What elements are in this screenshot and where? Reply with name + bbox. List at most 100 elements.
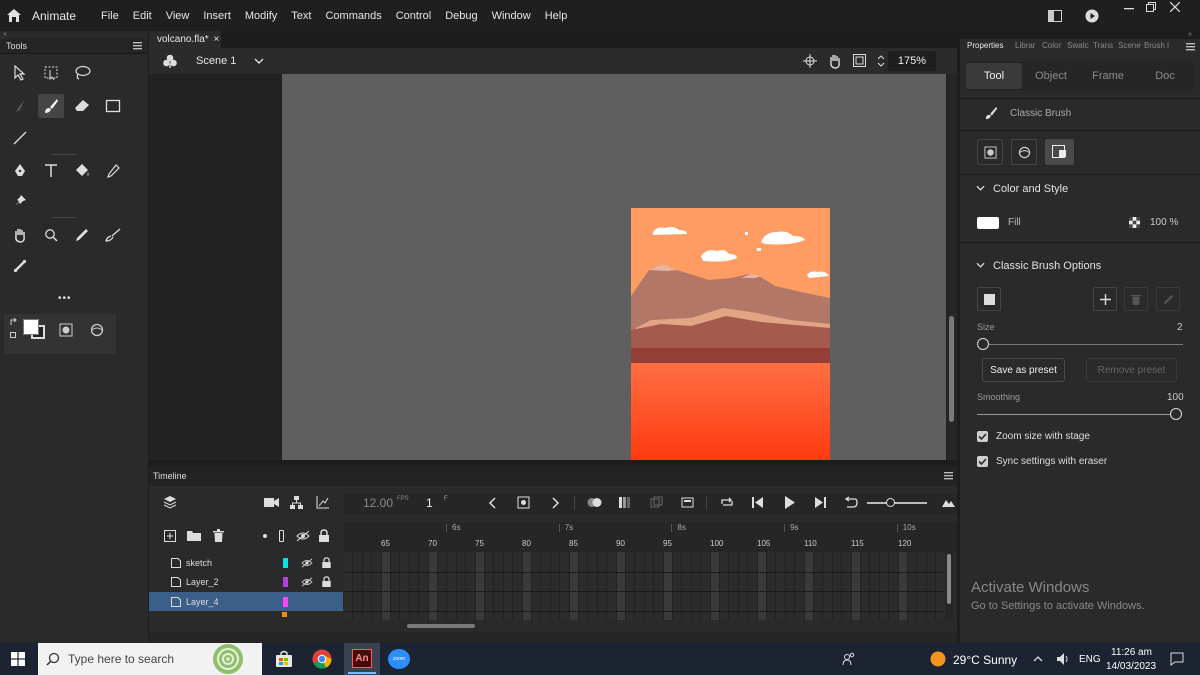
current-frame[interactable]: 1 bbox=[426, 496, 433, 510]
store-icon[interactable] bbox=[275, 650, 293, 668]
panel-menu-icon[interactable] bbox=[133, 42, 142, 50]
lock-icon[interactable] bbox=[322, 557, 331, 568]
outline-toggle-icon[interactable] bbox=[279, 530, 284, 542]
play-icon[interactable] bbox=[784, 496, 795, 509]
layer-parenting-icon[interactable] bbox=[290, 496, 303, 509]
menu-modify[interactable]: Modify bbox=[245, 10, 277, 22]
chrome-icon[interactable] bbox=[312, 649, 332, 669]
go-to-start-icon[interactable] bbox=[844, 496, 858, 509]
timeline-horizontal-scroll-thumb[interactable] bbox=[407, 624, 475, 628]
layer-color-swatch[interactable] bbox=[283, 576, 288, 587]
loop-icon[interactable] bbox=[720, 496, 734, 509]
text-tool[interactable] bbox=[38, 159, 64, 183]
volume-icon[interactable] bbox=[1056, 652, 1070, 666]
menu-view[interactable]: View bbox=[166, 10, 190, 22]
insert-keyframe-icon[interactable] bbox=[517, 496, 530, 509]
size-slider-thumb[interactable] bbox=[977, 338, 989, 350]
object-drawing-icon[interactable] bbox=[59, 323, 73, 337]
pin-tool[interactable] bbox=[7, 189, 33, 213]
lock-icon[interactable] bbox=[322, 576, 331, 587]
remove-preset-button[interactable]: Remove preset bbox=[1086, 358, 1177, 382]
edit-brush-button[interactable] bbox=[1156, 287, 1180, 311]
swap-colors-icon[interactable] bbox=[10, 318, 18, 326]
menu-text[interactable]: Text bbox=[291, 10, 311, 22]
selection-tool[interactable] bbox=[7, 61, 33, 85]
bone-tool[interactable] bbox=[7, 254, 33, 278]
search-box[interactable]: Type here to search bbox=[38, 643, 262, 675]
fill-color-swatch[interactable] bbox=[977, 217, 999, 229]
new-layer-icon[interactable] bbox=[164, 530, 176, 542]
delete-brush-button[interactable] bbox=[1124, 287, 1148, 311]
lock-all-icon[interactable] bbox=[319, 529, 329, 542]
camera-icon[interactable] bbox=[264, 497, 279, 508]
hand-tool[interactable] bbox=[7, 223, 33, 247]
people-icon[interactable] bbox=[842, 652, 856, 666]
step-forward-icon[interactable] bbox=[814, 497, 826, 508]
pasteboard[interactable] bbox=[282, 74, 946, 460]
line-tool[interactable] bbox=[7, 126, 33, 150]
animate-taskbar-button[interactable]: An bbox=[344, 643, 380, 675]
layer-row[interactable]: Layer_2 bbox=[149, 572, 343, 591]
panel-tab-properties[interactable]: Properties bbox=[967, 41, 1003, 50]
rectangle-tool[interactable] bbox=[100, 94, 126, 118]
graph-icon[interactable] bbox=[316, 496, 329, 509]
step-back-icon[interactable] bbox=[752, 497, 764, 508]
windows-start-icon[interactable] bbox=[11, 652, 25, 666]
layers-icon[interactable] bbox=[163, 495, 177, 509]
panel-tab-brush-l[interactable]: Brush l bbox=[1144, 41, 1169, 50]
layer-name[interactable]: sketch bbox=[186, 558, 282, 568]
timeline-ruler[interactable]: 6s 7s 8s 9s 10s 65 70 75 80 85 90 95 100 105 110 115 12… bbox=[344, 522, 957, 552]
more-tools-button[interactable]: ••• bbox=[58, 293, 72, 304]
paint-brush-tool[interactable] bbox=[100, 223, 126, 247]
delete-layer-icon[interactable] bbox=[213, 529, 224, 542]
prev-keyframe-icon[interactable] bbox=[488, 497, 496, 509]
layer-row[interactable]: Layer_4 bbox=[149, 592, 343, 611]
clock-date[interactable]: 14/03/2023 bbox=[1106, 661, 1156, 672]
frame-grid[interactable] bbox=[344, 552, 945, 620]
onion-outline-icon[interactable] bbox=[618, 496, 631, 509]
timeline-zoom-slider[interactable] bbox=[867, 502, 927, 504]
weather-text[interactable]: 29°C Sunny bbox=[953, 653, 1017, 667]
menu-help[interactable]: Help bbox=[545, 10, 568, 22]
edit-symbol-icon[interactable] bbox=[162, 53, 178, 69]
brush-shape-button[interactable] bbox=[977, 287, 1001, 311]
layer-row[interactable]: sketch bbox=[149, 553, 343, 572]
layer-name[interactable]: Layer_4 bbox=[186, 597, 282, 607]
panel-menu-icon[interactable] bbox=[944, 472, 953, 480]
classic-brush-tool[interactable] bbox=[38, 94, 64, 118]
brush-mode-button[interactable] bbox=[1011, 139, 1037, 165]
brush-pressure-button[interactable] bbox=[1045, 139, 1074, 165]
paint-bucket-tool[interactable] bbox=[69, 159, 95, 183]
subselection-tool[interactable] bbox=[38, 61, 64, 85]
object-drawing-button[interactable] bbox=[977, 139, 1003, 165]
next-keyframe-icon[interactable] bbox=[552, 497, 560, 509]
menu-edit[interactable]: Edit bbox=[133, 10, 152, 22]
fill-alpha[interactable]: 100 % bbox=[1150, 217, 1178, 228]
clip-stage-icon[interactable] bbox=[853, 54, 866, 67]
timeline-zoom-thumb[interactable] bbox=[886, 498, 895, 507]
eraser-tool[interactable] bbox=[69, 94, 95, 118]
default-colors-icon[interactable] bbox=[10, 332, 16, 338]
menu-window[interactable]: Window bbox=[492, 10, 531, 22]
fps-value[interactable]: 12.00 bbox=[363, 496, 393, 510]
smoothing-slider-thumb[interactable] bbox=[1170, 408, 1182, 420]
panel-tab-librar[interactable]: Librar bbox=[1015, 41, 1035, 50]
size-value[interactable]: 2 bbox=[1177, 322, 1183, 333]
hide-all-icon[interactable] bbox=[296, 530, 310, 542]
scroll-thumb[interactable] bbox=[947, 554, 951, 604]
panel-tab-scene[interactable]: Scene bbox=[1118, 41, 1141, 50]
fill-color-swatch[interactable] bbox=[23, 319, 39, 335]
highlight-dot-icon[interactable] bbox=[263, 534, 267, 538]
onion-skin-icon[interactable] bbox=[587, 496, 602, 509]
scene-name[interactable]: Scene 1 bbox=[196, 55, 236, 67]
clock-time[interactable]: 11:26 am bbox=[1111, 647, 1152, 658]
panel-menu-icon[interactable] bbox=[1186, 43, 1195, 51]
stage-vertical-scrollbar[interactable] bbox=[947, 74, 957, 460]
visibility-hidden-icon[interactable] bbox=[301, 577, 313, 587]
smoothing-slider-track[interactable] bbox=[977, 414, 1177, 415]
chevron-up-icon[interactable] bbox=[1033, 655, 1043, 662]
layer-name[interactable]: Layer_2 bbox=[186, 577, 282, 587]
pen-tool[interactable] bbox=[7, 159, 33, 183]
test-movie-icon[interactable] bbox=[1085, 9, 1099, 23]
zoom-stepper-icon[interactable] bbox=[877, 53, 885, 69]
